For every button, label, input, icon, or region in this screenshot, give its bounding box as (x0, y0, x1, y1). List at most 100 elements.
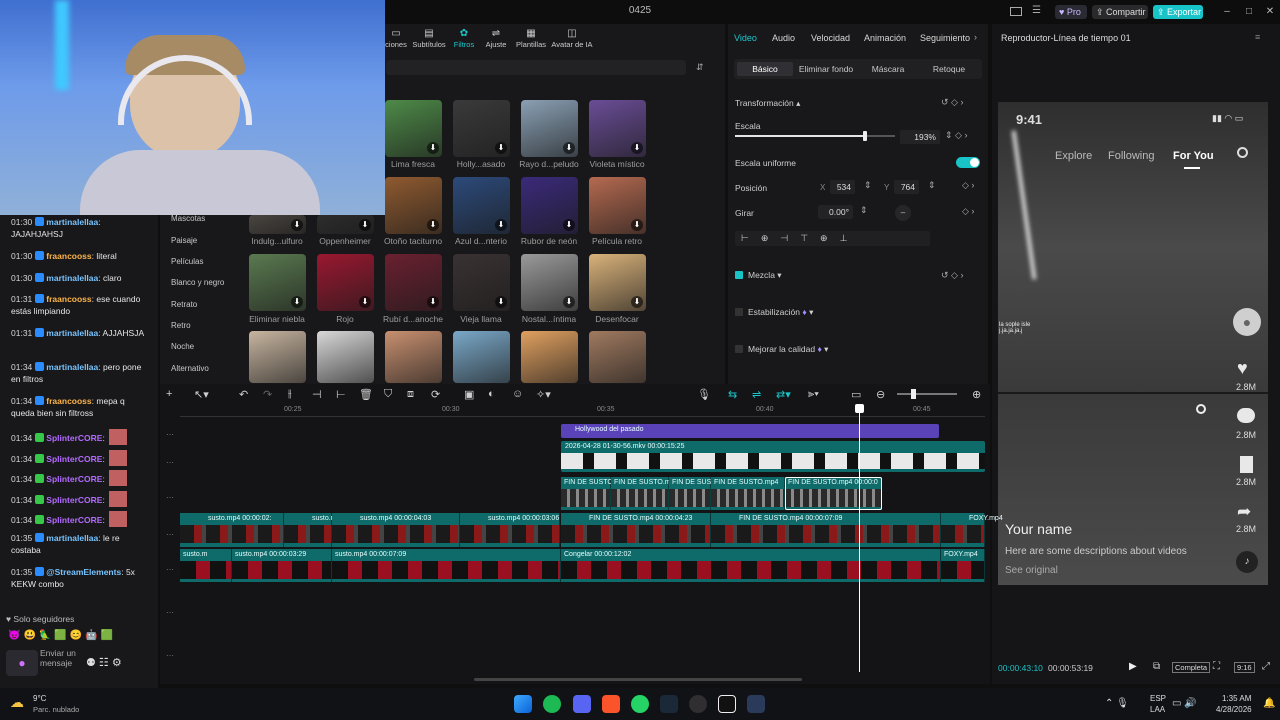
filter-thumbnail[interactable] (589, 331, 646, 383)
scale-value[interactable]: 193% (900, 130, 940, 144)
blend-checkbox[interactable] (735, 271, 743, 279)
preview-track-icon[interactable]: ▭ (851, 388, 861, 401)
notification-icon[interactable]: 🔔 (1263, 698, 1275, 709)
mic-icon[interactable]: ● (6, 650, 38, 676)
capcut-icon[interactable] (718, 695, 736, 713)
download-icon[interactable]: ⬇ (563, 142, 575, 154)
rotate-dial-icon[interactable]: – (895, 205, 911, 221)
maximize-icon[interactable]: □ (1242, 5, 1256, 19)
category-item[interactable]: Alternativo (171, 364, 209, 373)
chat-username[interactable]: martinalellaa (46, 328, 98, 338)
search-bar[interactable] (386, 60, 686, 75)
download-icon[interactable]: ⬇ (291, 219, 303, 231)
language-code[interactable]: ESP (1150, 694, 1166, 703)
download-icon[interactable]: ⬇ (631, 142, 643, 154)
filter-thumbnail[interactable]: ⬇ (385, 254, 442, 311)
download-icon[interactable]: ⬇ (495, 296, 507, 308)
filter-thumbnail[interactable]: ⬇ (521, 177, 578, 234)
app-icon[interactable] (747, 695, 765, 713)
video-clip[interactable]: susto.mp4 00:00:03:06 (460, 513, 560, 547)
filter-thumbnail[interactable] (385, 331, 442, 383)
chat-username[interactable]: martinalellaa (46, 362, 98, 372)
player-menu-icon[interactable]: ≡ (1255, 32, 1260, 42)
props-subtab[interactable]: Máscara (860, 62, 916, 76)
speed-icon[interactable]: ⟳ (431, 388, 440, 401)
scale-slider-knob[interactable] (863, 131, 867, 141)
track-header-icon[interactable]: ⋯ (166, 651, 174, 660)
video-clip[interactable]: susto.m (180, 549, 232, 582)
video-clip[interactable]: susto.mp4 00:00:02: (180, 513, 284, 547)
rotate-stepper-icon[interactable]: ⇕ (860, 205, 868, 216)
track-header-icon[interactable]: ⋯ (166, 530, 174, 539)
props-more-icon[interactable]: › (974, 32, 977, 42)
fullscreen-icon[interactable]: ⤢ (1262, 661, 1270, 672)
props-subtab[interactable]: Retoque (921, 62, 977, 76)
blend-reset-icon[interactable]: ↺ ◇ › (941, 270, 963, 281)
network-icon[interactable]: ▭ 🔊 (1172, 698, 1197, 709)
snap-icon[interactable]: ⫸▾ (808, 388, 819, 401)
filter-thumbnail[interactable]: ⬇ (317, 254, 374, 311)
magic-icon[interactable]: ✧▾ (536, 388, 551, 401)
chat-username[interactable]: SplinterCORE (46, 515, 102, 525)
download-icon[interactable]: ⬇ (291, 296, 303, 308)
filter-thumbnail[interactable]: ⬇ (521, 100, 578, 157)
crop-icon[interactable]: ⧉ (1153, 661, 1160, 672)
download-icon[interactable]: ⬇ (359, 219, 371, 231)
filter-thumbnail[interactable]: ⬇ (249, 215, 306, 234)
zoom-in-icon[interactable]: ⊕ (972, 388, 981, 401)
share-button[interactable]: ⇪ Compartir (1092, 5, 1148, 19)
enhance-checkbox[interactable] (735, 345, 743, 353)
category-item[interactable]: Blanco y negro (171, 278, 224, 287)
position-keyframe-icon[interactable]: ◇ › (962, 180, 974, 191)
track-header-icon[interactable]: ⋯ (166, 430, 174, 439)
chat-username[interactable]: martinalellaa (46, 273, 98, 283)
props-subtab[interactable]: Eliminar fondo (795, 62, 857, 76)
track-header-icon[interactable]: ⋯ (166, 458, 174, 467)
zoom-knob[interactable] (911, 389, 916, 399)
chat-username[interactable]: fraancooss (46, 396, 91, 406)
fin-clip[interactable]: FIN DE SUSTO.mp (611, 477, 675, 510)
fit-icon[interactable]: ⛶ (1213, 661, 1220, 672)
crop-tool-icon[interactable]: ⧈ (407, 388, 414, 401)
close-icon[interactable]: ✕ (1263, 5, 1277, 19)
steam-icon[interactable] (660, 695, 678, 713)
filter-thumbnail[interactable] (249, 331, 306, 383)
effect-clip[interactable]: Hollywood del pasado (561, 424, 939, 438)
chat-username[interactable]: SplinterCORE (46, 495, 102, 505)
pro-button[interactable]: ♥ Pro (1055, 5, 1087, 19)
chat-username[interactable]: SplinterCORE (46, 433, 102, 443)
download-icon[interactable]: ⬇ (495, 142, 507, 154)
track-header-icon[interactable]: ⋯ (166, 493, 174, 502)
chat-username[interactable]: martinalellaa (46, 217, 98, 227)
link-audio-icon[interactable]: ⇌ (752, 388, 761, 401)
align-toolbar[interactable]: ⊢⊕⊣⊤⊕⊥ (735, 231, 930, 246)
rotate-keyframe-icon[interactable]: ◇ › (962, 206, 974, 217)
add-track-icon[interactable]: + (166, 388, 172, 400)
image-icon[interactable]: ▣ (464, 388, 474, 401)
props-tab[interactable]: Seguimiento (920, 33, 970, 43)
chat-username[interactable]: martinalellaa (46, 533, 98, 543)
mkv-clip[interactable]: 2026-04-28 01-30-56.mkv 00:00:15:25 (561, 441, 985, 472)
reset-icon[interactable]: ↺ ◇ › (941, 97, 963, 108)
export-button[interactable]: ⇪ Exportar (1153, 5, 1203, 19)
category-item[interactable]: Retrato (171, 300, 197, 309)
link-main-icon[interactable]: ⇆ (728, 388, 737, 401)
stabilize-heading[interactable]: Estabilización ♦ ▾ (748, 307, 813, 318)
video-clip[interactable]: susto.mp4 00:00:07:09 (332, 549, 561, 582)
layout-icon[interactable] (1010, 7, 1022, 16)
playhead[interactable] (859, 408, 860, 672)
video-clip[interactable]: FOXY.mp4 (941, 549, 985, 582)
filter-thumbnail[interactable]: ⬇ (453, 177, 510, 234)
category-item[interactable]: Películas (171, 257, 203, 266)
tool-filters[interactable]: ✿ Filtros (451, 28, 477, 50)
props-tab[interactable]: Velocidad (811, 33, 850, 43)
filter-thumbnail[interactable]: ⬇ (317, 215, 374, 234)
whatsapp-icon[interactable] (631, 695, 649, 713)
obs-icon[interactable] (689, 695, 707, 713)
delete-icon[interactable]: 🗑 (359, 388, 373, 401)
filter-thumbnail[interactable] (521, 331, 578, 383)
fin-clip[interactable]: FIN DE SUSTO.mp (669, 477, 733, 510)
tool-captions[interactable]: ▭ ciones (382, 28, 410, 50)
props-tab[interactable]: Video (734, 33, 757, 43)
download-icon[interactable]: ⬇ (427, 142, 439, 154)
